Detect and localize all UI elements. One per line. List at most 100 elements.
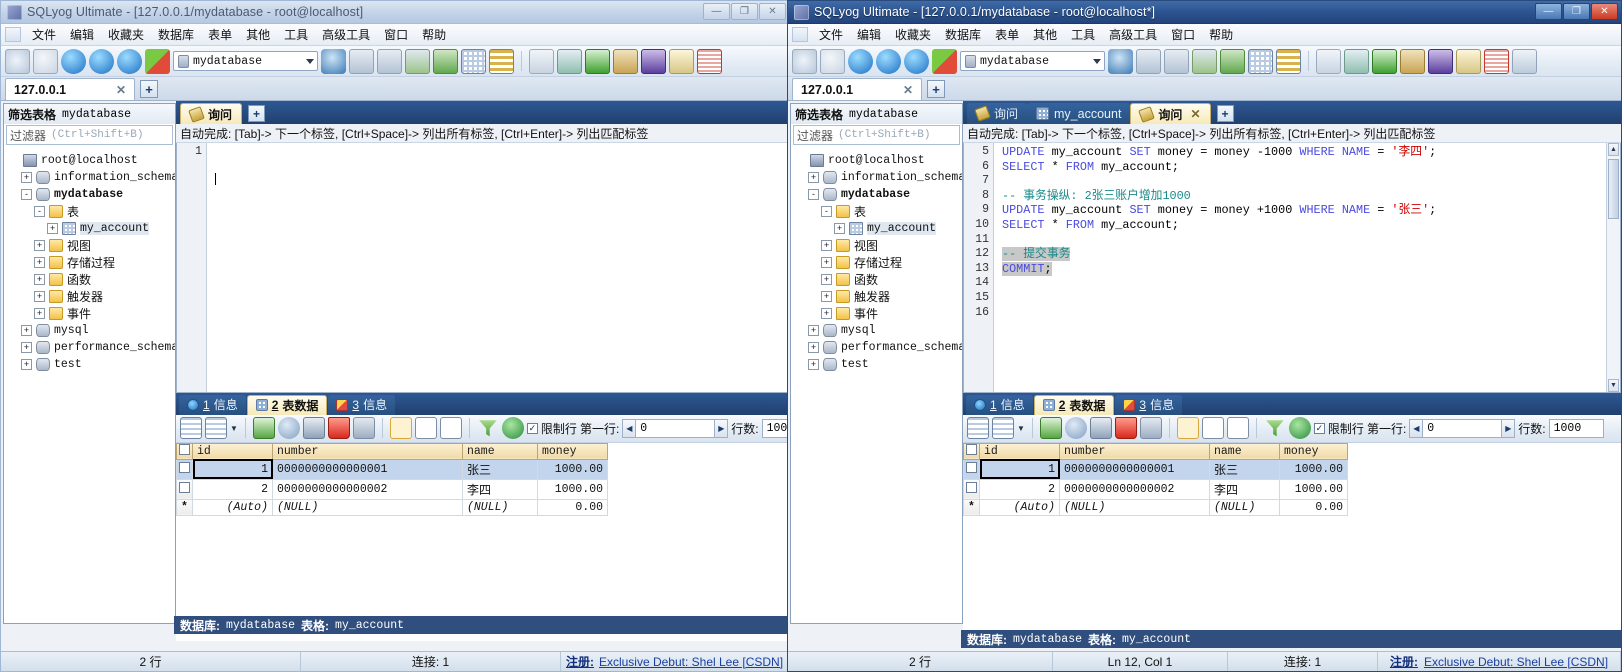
tree-node-my-account[interactable]: + my_account xyxy=(8,220,175,237)
tree-node-mydatabase[interactable]: - mydatabase xyxy=(8,186,175,203)
menu-item-advanced-tools[interactable]: 高级工具 xyxy=(315,24,377,45)
first-row-stepper[interactable]: ◀ 0 ▶ xyxy=(1409,418,1516,438)
grid-view-icon[interactable] xyxy=(1176,417,1199,439)
tab-my-account[interactable]: my_account xyxy=(1027,103,1131,124)
result-tab-info-3[interactable]: 3 信息 xyxy=(328,394,396,415)
row-checkbox[interactable] xyxy=(963,458,980,480)
compare-icon[interactable] xyxy=(1484,48,1509,74)
first-row-input[interactable]: 0 xyxy=(636,418,715,438)
export-data-icon[interactable] xyxy=(377,48,402,74)
close-icon[interactable]: ✕ xyxy=(891,83,913,97)
cell-money-new[interactable]: 0.00 xyxy=(537,498,608,516)
compare-icon[interactable] xyxy=(697,48,722,74)
select-all-checkbox-header[interactable] xyxy=(963,442,980,460)
new-connection-icon[interactable] xyxy=(5,48,30,74)
cell-name-new[interactable]: (NULL) xyxy=(1209,498,1280,516)
right-maximize-button[interactable]: ❐ xyxy=(1563,3,1590,20)
tree-toggle-icon[interactable]: + xyxy=(834,223,845,234)
duplicate-row-icon[interactable] xyxy=(992,417,1014,439)
status-register-label[interactable]: 注册: xyxy=(1390,653,1418,670)
stop-query-icon[interactable] xyxy=(145,48,170,74)
chevron-down-icon[interactable]: ▼ xyxy=(1017,424,1025,433)
table-row[interactable]: 1 0000000000000001 张三 1000.00 xyxy=(963,458,1348,480)
column-header-name[interactable]: name xyxy=(1209,442,1280,460)
tree-toggle-icon[interactable]: + xyxy=(821,291,832,302)
status-register-link[interactable]: Exclusive Debut: Shel Lee [CSDN] xyxy=(599,655,783,669)
cell-name[interactable]: 李四 xyxy=(1209,478,1280,500)
form-view-icon[interactable] xyxy=(1201,417,1224,439)
cell-money[interactable]: 1000.00 xyxy=(537,458,608,480)
scrollbar-thumb[interactable] xyxy=(1608,159,1619,219)
add-record-icon[interactable] xyxy=(252,417,275,439)
execute-current-icon[interactable] xyxy=(117,48,142,74)
status-register-link[interactable]: Exclusive Debut: Shel Lee [CSDN] xyxy=(1424,655,1608,669)
column-header-money[interactable]: money xyxy=(1279,442,1348,460)
text-view-icon[interactable] xyxy=(1226,417,1249,439)
cell-number[interactable]: 0000000000000001 xyxy=(1059,458,1210,480)
tree-toggle-icon[interactable]: + xyxy=(808,342,819,353)
tree-node-information-schema[interactable]: + information_schema xyxy=(8,169,175,186)
tree-node-stored-procedures[interactable]: + 存储过程 xyxy=(795,254,962,271)
backup-icon[interactable] xyxy=(405,48,430,74)
export-data-icon[interactable] xyxy=(1164,48,1189,74)
menu-item-other[interactable]: 其他 xyxy=(239,24,277,45)
column-header-money[interactable]: money xyxy=(537,442,608,460)
refresh-data-icon[interactable] xyxy=(277,417,300,439)
text-view-icon[interactable] xyxy=(439,417,462,439)
stop-query-icon[interactable] xyxy=(932,48,957,74)
menu-item-database[interactable]: 数据库 xyxy=(151,24,201,45)
tree-toggle-icon[interactable]: - xyxy=(34,206,45,217)
filter-icon[interactable] xyxy=(1266,420,1284,437)
menu-item-database[interactable]: 数据库 xyxy=(938,24,988,45)
tree-node-events[interactable]: + 事件 xyxy=(795,305,962,322)
add-query-tab-button[interactable]: + xyxy=(1216,105,1234,122)
left-filter-input[interactable]: 过滤器 (Ctrl+Shift+B) xyxy=(6,125,173,145)
tab-query-1[interactable]: 询问 xyxy=(967,103,1028,124)
cell-number[interactable]: 0000000000000002 xyxy=(1059,478,1210,500)
tree-toggle-icon[interactable]: + xyxy=(34,240,45,251)
tree-node-mydatabase[interactable]: - mydatabase xyxy=(795,186,962,203)
column-header-number[interactable]: number xyxy=(1059,442,1210,460)
menu-item-tools[interactable]: 工具 xyxy=(277,24,315,45)
right-filter-input[interactable]: 过滤器 (Ctrl+Shift+B) xyxy=(793,125,960,145)
column-header-name[interactable]: name xyxy=(462,442,538,460)
add-connection-button[interactable]: + xyxy=(140,80,158,98)
left-minimize-button[interactable]: — xyxy=(703,3,730,20)
menu-item-help[interactable]: 帮助 xyxy=(415,24,453,45)
execute-all-icon[interactable] xyxy=(89,48,114,74)
database-selector[interactable]: mydatabase xyxy=(173,51,318,71)
save-changes-icon[interactable] xyxy=(302,417,325,439)
tree-toggle-icon[interactable]: + xyxy=(808,359,819,370)
cell-name[interactable]: 张三 xyxy=(1209,458,1280,480)
cell-money-new[interactable]: 0.00 xyxy=(1279,498,1348,516)
tree-toggle-icon[interactable]: - xyxy=(21,189,32,200)
execute-query-icon[interactable] xyxy=(61,48,86,74)
report-icon[interactable] xyxy=(1512,48,1537,74)
cancel-edit-icon[interactable] xyxy=(352,417,375,439)
menu-item-help[interactable]: 帮助 xyxy=(1202,24,1240,45)
form-view-icon[interactable] xyxy=(414,417,437,439)
scroll-up-arrow-icon[interactable]: ▲ xyxy=(1608,143,1619,156)
connection-tab-127001[interactable]: 127.0.0.1 ✕ xyxy=(5,78,135,100)
menu-item-tools[interactable]: 工具 xyxy=(1064,24,1102,45)
user-manager-icon[interactable] xyxy=(321,48,346,74)
rows-count-input[interactable]: 1000 xyxy=(761,418,789,438)
result-tab-info-1[interactable]: 1 信息 xyxy=(179,394,246,415)
add-query-tab-button[interactable]: + xyxy=(248,105,266,122)
tree-toggle-icon[interactable]: + xyxy=(821,240,832,251)
connection-tab-127001[interactable]: 127.0.0.1 ✕ xyxy=(792,78,922,100)
tree-toggle-icon[interactable]: + xyxy=(34,291,45,302)
cell-money[interactable]: 1000.00 xyxy=(537,478,608,500)
restore-icon[interactable] xyxy=(433,48,458,74)
tree-node-root[interactable]: root@localhost xyxy=(795,152,962,169)
tree-toggle-icon[interactable]: + xyxy=(34,308,45,319)
right-minimize-button[interactable]: — xyxy=(1535,3,1562,20)
cell-id[interactable]: 2 xyxy=(192,478,273,500)
menu-item-window[interactable]: 窗口 xyxy=(1164,24,1202,45)
cell-money[interactable]: 1000.00 xyxy=(1279,478,1348,500)
execute-query-icon[interactable] xyxy=(848,48,873,74)
query-builder-icon[interactable] xyxy=(1428,48,1453,74)
result-tab-table-data[interactable]: 2 表数据 xyxy=(1033,394,1115,415)
column-header-id[interactable]: id xyxy=(979,442,1060,460)
result-tab-info-1[interactable]: 1 信息 xyxy=(966,394,1033,415)
